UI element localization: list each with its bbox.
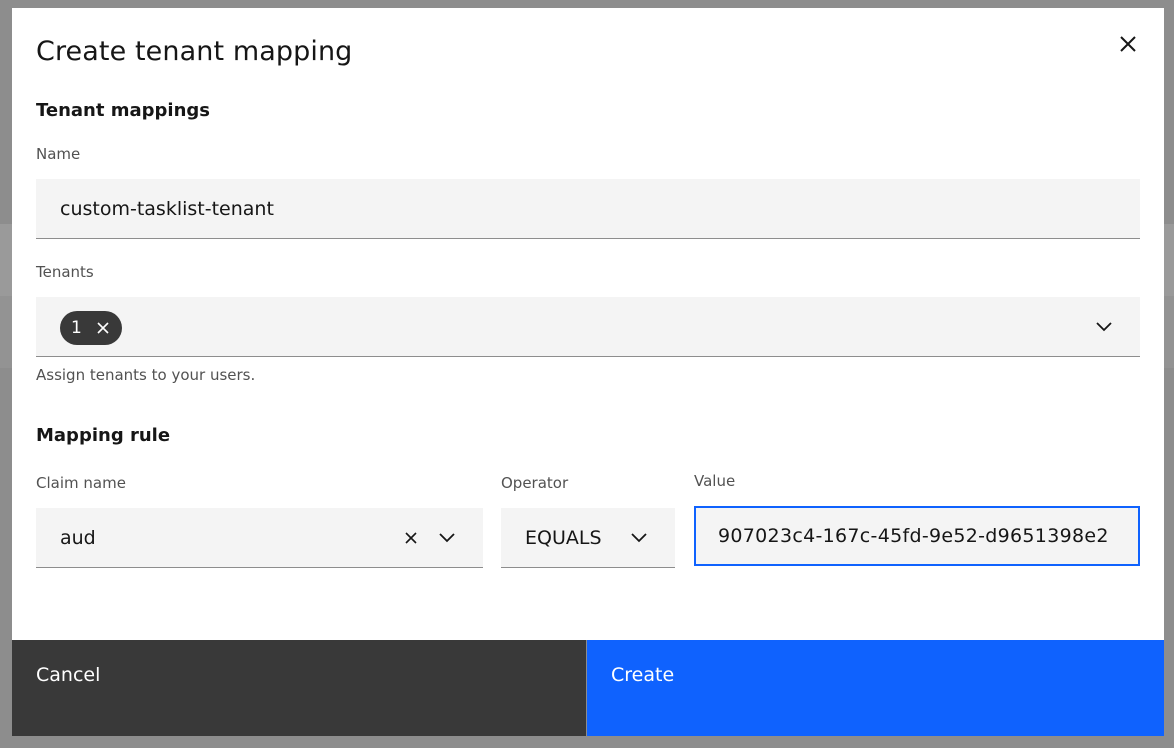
tenant-mappings-heading: Tenant mappings [36, 100, 210, 121]
tenant-tag-label: 1 [71, 318, 82, 338]
chevron-down-icon[interactable] [439, 532, 455, 544]
name-value: custom-tasklist-tenant [60, 197, 274, 220]
claim-name-label: Claim name [36, 474, 126, 492]
value-text: 907023c4-167c-45fd-9e52-d9651398e2 [718, 525, 1109, 547]
tenants-multiselect[interactable]: 1 [36, 297, 1140, 357]
chevron-down-icon[interactable] [1096, 321, 1112, 333]
name-input[interactable]: custom-tasklist-tenant [36, 179, 1140, 239]
value-input[interactable]: 907023c4-167c-45fd-9e52-d9651398e2 [694, 506, 1140, 566]
name-label: Name [36, 145, 81, 163]
close-icon [1120, 36, 1136, 52]
dialog-footer: Cancel Create [12, 640, 1164, 736]
create-button[interactable]: Create [587, 640, 1164, 736]
tenant-tag: 1 [60, 311, 122, 345]
operator-value: EQUALS [525, 526, 602, 549]
tenants-helper-text: Assign tenants to your users. [36, 366, 256, 384]
value-label: Value [694, 472, 736, 490]
claim-name-combobox[interactable]: aud [36, 508, 483, 568]
tenants-label: Tenants [36, 263, 94, 281]
close-button[interactable] [1112, 28, 1144, 60]
create-tenant-mapping-dialog: Create tenant mapping Tenant mappings Na… [12, 8, 1164, 736]
cancel-button[interactable]: Cancel [12, 640, 587, 736]
dialog-title: Create tenant mapping [36, 36, 353, 67]
operator-label: Operator [501, 474, 569, 492]
operator-dropdown[interactable]: EQUALS [501, 508, 675, 568]
chevron-down-icon[interactable] [631, 532, 647, 544]
clear-selection-icon[interactable] [404, 531, 418, 545]
remove-tag-icon[interactable] [96, 321, 110, 335]
mapping-rule-heading: Mapping rule [36, 425, 171, 446]
claim-name-value: aud [60, 526, 96, 549]
